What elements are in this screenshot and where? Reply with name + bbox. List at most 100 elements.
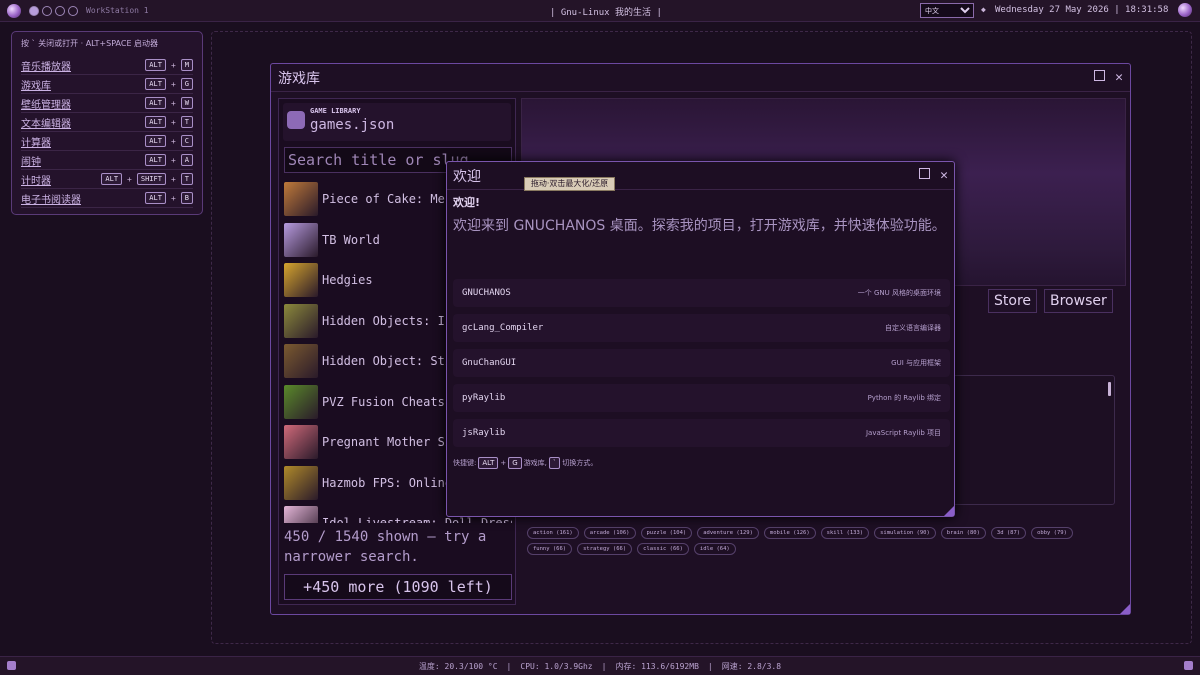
tag-chip[interactable]: classic (66) <box>637 543 689 555</box>
shortcut-key: ALT <box>145 97 166 109</box>
tag-chip[interactable]: arcade (106) <box>583 527 636 539</box>
tag-chip[interactable]: idle (64) <box>693 543 736 555</box>
launcher-item-name[interactable]: 游戏库 <box>21 77 145 92</box>
tag-chip[interactable]: mobile (126) <box>763 527 816 539</box>
shortcut-key: T <box>180 173 193 185</box>
shortcut-hint: 快捷键: ALT + G 游戏库, ` 切换方式。 <box>453 457 597 469</box>
project-item[interactable]: gcLang_Compiler 自定义语言编译器 <box>453 314 950 342</box>
game-thumbnail <box>284 344 318 379</box>
plus-sign: + <box>170 136 176 146</box>
workspace-4-dot[interactable] <box>68 5 78 16</box>
game-name: TB World <box>322 232 380 247</box>
tag-chip[interactable]: adventure (129) <box>697 527 759 539</box>
shortcut-key: SHIFT <box>136 173 166 185</box>
tag-chip[interactable]: skill (133) <box>820 527 870 539</box>
game-thumbnail <box>284 182 318 217</box>
project-item[interactable]: GNUCHANOS 一个 GNU 风格的桌面环境 <box>453 279 950 307</box>
game-name: PVZ Fusion Cheats <box>322 394 445 409</box>
launcher-item-name[interactable]: 壁纸管理器 <box>21 96 145 111</box>
store-button[interactable]: Store <box>988 289 1038 313</box>
workstation-label: WorkStation 1 <box>86 6 149 15</box>
workspace-1-dot[interactable] <box>29 5 39 16</box>
status-left-icon[interactable] <box>7 661 16 670</box>
game-thumbnail <box>284 222 318 257</box>
load-more-button[interactable]: +450 more (1090 left) <box>284 574 512 600</box>
plus-sign: + <box>170 60 176 70</box>
drag-tooltip: 拖动·双击最大化/还原 <box>524 177 615 191</box>
shortcut-key: M <box>180 59 193 71</box>
launcher-item-name[interactable]: 闹钟 <box>21 153 145 168</box>
launcher-item[interactable]: 游戏库 ALT + G <box>21 75 193 94</box>
browser-button[interactable]: Browser <box>1044 289 1113 313</box>
scrollbar-thumb[interactable] <box>1108 382 1111 396</box>
launcher-item[interactable]: 壁纸管理器 ALT + W <box>21 94 193 113</box>
shortcut-key: C <box>180 135 193 147</box>
resize-handle-icon[interactable] <box>944 506 954 516</box>
shortcut-key: ALT <box>145 78 166 90</box>
tag-chip[interactable]: 3d (87) <box>990 527 1027 539</box>
project-desc: Python 的 Raylib 绑定 <box>867 394 941 402</box>
language-select[interactable]: 中文 <box>920 3 974 18</box>
project-name: gcLang_Compiler <box>462 323 544 333</box>
project-desc: GUI 与应用框架 <box>891 359 941 367</box>
shortcut-key: ALT <box>145 116 166 128</box>
status-cpu: CPU: 1.0/3.9Ghz <box>520 661 593 671</box>
welcome-window[interactable]: 欢迎 ✕ 欢迎! 欢迎来到 GNUCHANOS 桌面。探索我的项目，打开游戏库，… <box>446 161 955 517</box>
launcher-item[interactable]: 计时器 ALT + SHIFT + T <box>21 170 193 189</box>
launcher-header: 按 ` 关闭或打开 · ALT+SPACE 启动器 <box>21 39 159 48</box>
status-net: 网速: 2.8/3.8 <box>721 661 782 671</box>
maximize-icon[interactable] <box>1094 70 1106 85</box>
project-item[interactable]: pyRaylib Python 的 Raylib 绑定 <box>453 384 950 412</box>
shortcut-key: ALT <box>101 173 123 185</box>
os-logo-icon[interactable] <box>7 3 21 18</box>
tag-chip[interactable]: strategy (66) <box>577 543 633 555</box>
status-right-icon[interactable] <box>1184 661 1193 670</box>
close-icon[interactable]: ✕ <box>940 168 948 183</box>
launcher-item-name[interactable]: 计时器 <box>21 172 101 187</box>
game-thumbnail <box>284 303 318 338</box>
tag-chip[interactable]: simulation (90) <box>874 527 936 539</box>
launcher-item[interactable]: 计算器 ALT + C <box>21 132 193 151</box>
diamond-icon: ◆ <box>981 5 986 14</box>
launcher-item[interactable]: 文本编辑器 ALT + T <box>21 113 193 132</box>
tag-chip[interactable]: funny (66) <box>527 543 573 555</box>
launcher-item-name[interactable]: 音乐播放器 <box>21 58 145 73</box>
project-item[interactable]: jsRaylib JavaScript Raylib 项目 <box>453 419 950 447</box>
resize-handle-icon[interactable] <box>1120 604 1130 614</box>
tag-chip[interactable]: brain (80) <box>940 527 986 539</box>
hint-suffix: 切换方式。 <box>562 459 598 467</box>
launcher-item[interactable]: 闹钟 ALT + A <box>21 151 193 170</box>
tag-chip[interactable]: obby (79) <box>1031 527 1073 539</box>
library-header: GAME LIBRARY games.json <box>283 103 511 141</box>
game-thumbnail <box>284 506 318 523</box>
project-name: GnuChanGUI <box>462 358 517 368</box>
project-desc: JavaScript Raylib 项目 <box>865 429 941 437</box>
plus-sign: + <box>170 79 176 89</box>
launcher-item[interactable]: 音乐播放器 ALT + M <box>21 56 193 75</box>
top-bar: WorkStation 1 | Gnu-Linux 我的生活 | 中文 ◆ We… <box>0 0 1200 22</box>
workspace-3-dot[interactable] <box>55 5 65 16</box>
project-item[interactable]: GnuChanGUI GUI 与应用框架 <box>453 349 950 377</box>
workspace-2-dot[interactable] <box>42 5 52 16</box>
launcher-item-name[interactable]: 计算器 <box>21 134 145 149</box>
launcher-item-name[interactable]: 电子书阅读器 <box>21 191 145 206</box>
library-file: games.json <box>310 117 395 133</box>
library-icon <box>287 111 305 129</box>
shortcut-key: A <box>180 154 193 166</box>
game-thumbnail <box>284 465 318 500</box>
plus-sign: + <box>170 117 176 127</box>
launcher-panel: 按 ` 关闭或打开 · ALT+SPACE 启动器 音乐播放器 ALT + M 游戏库 A… <box>11 31 203 215</box>
shortcut-key: G <box>180 78 193 90</box>
launcher-item[interactable]: 电子书阅读器 ALT + B <box>21 189 193 208</box>
tag-chip[interactable]: action (161) <box>527 527 579 539</box>
shortcut-key: B <box>180 192 193 204</box>
launcher-item-name[interactable]: 文本编辑器 <box>21 115 145 130</box>
maximize-icon[interactable] <box>919 168 931 183</box>
game-name: Idol Livestream: Doll Dress Up <box>322 516 512 523</box>
user-avatar-icon[interactable] <box>1178 3 1192 17</box>
game-window-titlebar[interactable]: 游戏库 ✕ <box>271 64 1130 92</box>
close-icon[interactable]: ✕ <box>1115 70 1123 85</box>
tag-chip[interactable]: puzzle (104) <box>640 527 693 539</box>
project-desc: 一个 GNU 风格的桌面环境 <box>857 289 941 297</box>
shortcut-key: ALT <box>145 192 166 204</box>
